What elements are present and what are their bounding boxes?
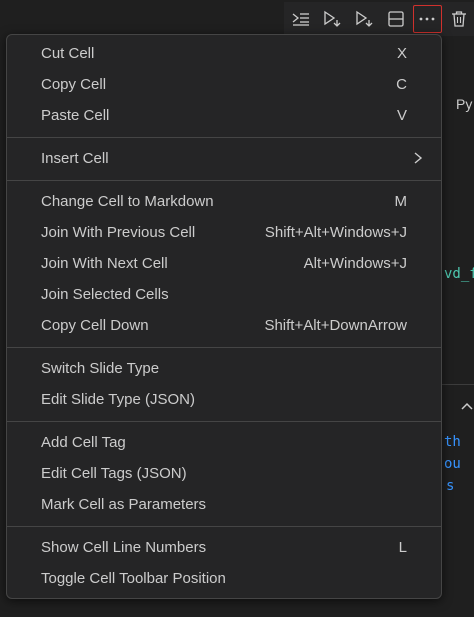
menu-item-mark-cell-as-parameters[interactable]: Mark Cell as Parameters xyxy=(7,489,441,520)
menu-item-change-cell-to-markdown[interactable]: Change Cell to Markdown M xyxy=(7,186,441,217)
menu-item-label: Toggle Cell Toolbar Position xyxy=(41,570,226,587)
menu-item-shortcut: V xyxy=(396,107,407,124)
cell-toolbar xyxy=(284,2,474,36)
execute-above-icon[interactable] xyxy=(286,4,316,34)
menu-item-switch-slide-type[interactable]: Switch Slide Type xyxy=(7,353,441,384)
run-cell-and-above-icon[interactable] xyxy=(349,4,379,34)
menu-item-label: Join With Previous Cell xyxy=(41,224,196,241)
menu-item-cut-cell[interactable]: Cut Cell X xyxy=(7,38,441,69)
menu-item-copy-cell-down[interactable]: Copy Cell Down Shift+Alt+DownArrow xyxy=(7,310,441,341)
menu-item-label: Copy Cell xyxy=(41,76,107,93)
menu-item-label: Add Cell Tag xyxy=(41,434,126,451)
collapse-chevron-icon[interactable] xyxy=(460,396,474,415)
kernel-label-fragment[interactable]: Py xyxy=(456,96,472,112)
menu-separator xyxy=(7,347,441,348)
menu-item-shortcut: L xyxy=(398,539,407,556)
menu-item-shortcut: Shift+Alt+DownArrow xyxy=(264,317,407,334)
menu-item-label: Join Selected Cells xyxy=(41,286,169,303)
menu-item-join-with-previous-cell[interactable]: Join With Previous Cell Shift+Alt+Windows… xyxy=(7,217,441,248)
menu-item-label: Copy Cell Down xyxy=(41,317,149,334)
menu-item-shortcut: Shift+Alt+Windows+J xyxy=(264,224,407,241)
menu-item-join-selected-cells[interactable]: Join Selected Cells xyxy=(7,279,441,310)
menu-item-label: Paste Cell xyxy=(41,107,110,124)
run-cell-and-below-icon[interactable] xyxy=(318,4,348,34)
delete-cell-icon[interactable] xyxy=(444,4,474,34)
output-fragment-ou: ou xyxy=(444,456,461,472)
menu-item-join-with-next-cell[interactable]: Join With Next Cell Alt+Windows+J xyxy=(7,248,441,279)
menu-item-shortcut: Alt+Windows+J xyxy=(303,255,407,272)
menu-item-edit-slide-type-json[interactable]: Edit Slide Type (JSON) xyxy=(7,384,441,415)
menu-separator xyxy=(7,421,441,422)
menu-item-toggle-cell-toolbar-position[interactable]: Toggle Cell Toolbar Position xyxy=(7,563,441,594)
cell-context-menu: Cut Cell X Copy Cell C Paste Cell V Insert Cel… xyxy=(6,34,442,599)
output-fragment-s: s xyxy=(446,478,455,494)
menu-separator xyxy=(7,137,441,138)
menu-item-label: Mark Cell as Parameters xyxy=(41,496,207,513)
menu-item-label: Edit Slide Type (JSON) xyxy=(41,391,195,408)
menu-separator xyxy=(7,180,441,181)
split-cell-icon[interactable] xyxy=(381,4,411,34)
menu-item-shortcut: C xyxy=(396,76,407,93)
menu-item-insert-cell[interactable]: Insert Cell xyxy=(7,143,441,174)
menu-item-show-cell-line-numbers[interactable]: Show Cell Line Numbers L xyxy=(7,532,441,563)
menu-item-copy-cell[interactable]: Copy Cell C xyxy=(7,69,441,100)
notebook-editor: Py vd_f th ou s Cut Cell X Copy Cell C P… xyxy=(0,0,474,617)
code-fragment-vd: vd_f xyxy=(444,266,474,282)
more-actions-icon[interactable] xyxy=(412,5,443,33)
menu-item-label: Join With Next Cell xyxy=(41,255,168,272)
chevron-right-icon xyxy=(413,151,423,169)
menu-item-add-cell-tag[interactable]: Add Cell Tag xyxy=(7,427,441,458)
menu-item-label: Cut Cell xyxy=(41,45,95,62)
menu-item-label: Show Cell Line Numbers xyxy=(41,539,207,556)
menu-item-edit-cell-tags-json[interactable]: Edit Cell Tags (JSON) xyxy=(7,458,441,489)
menu-item-label: Edit Cell Tags (JSON) xyxy=(41,465,187,482)
output-fragment-th: th xyxy=(444,434,461,450)
menu-item-shortcut: X xyxy=(396,45,407,62)
cell-divider xyxy=(442,384,474,385)
menu-item-label: Switch Slide Type xyxy=(41,360,160,377)
menu-item-label: Insert Cell xyxy=(41,150,109,167)
menu-item-label: Change Cell to Markdown xyxy=(41,193,214,210)
menu-separator xyxy=(7,526,441,527)
menu-item-paste-cell[interactable]: Paste Cell V xyxy=(7,100,441,131)
menu-item-shortcut: M xyxy=(394,193,408,210)
